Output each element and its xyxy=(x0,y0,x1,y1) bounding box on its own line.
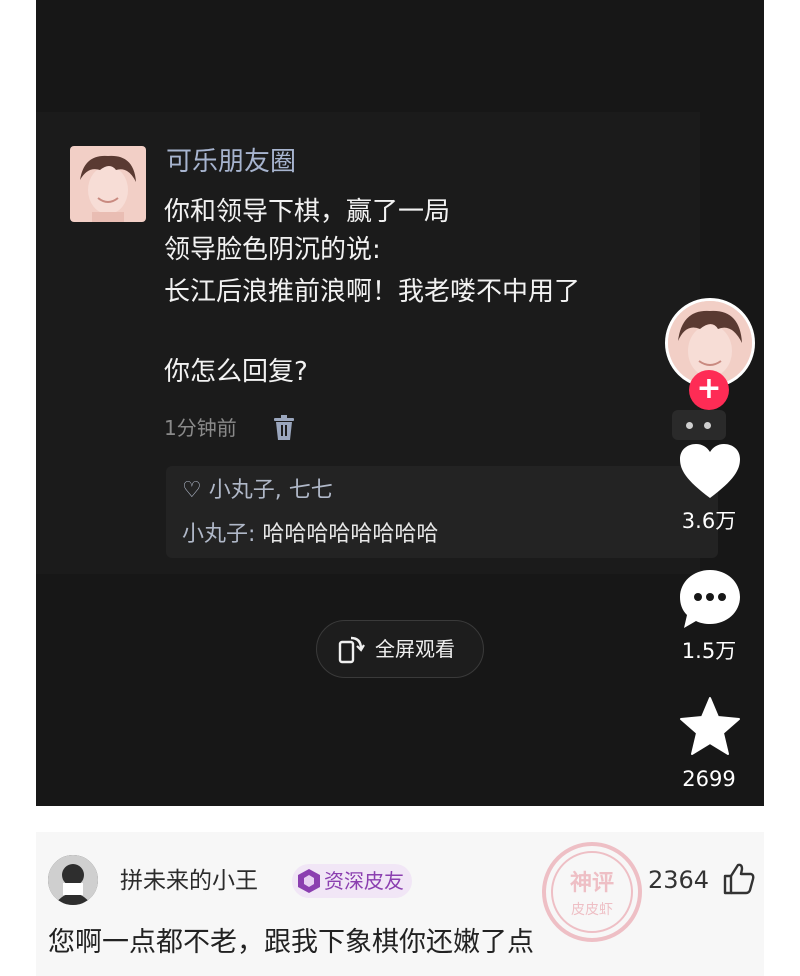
badge-icon xyxy=(298,869,320,893)
thumbs-up-icon[interactable] xyxy=(722,862,756,896)
favorite-count: 2699 xyxy=(682,767,736,791)
comment-text: 您啊一点都不老，跟我下象棋你还嫩了点 xyxy=(48,927,534,958)
post-text-line: 长江后浪推前浪啊！我老喽不中用了 xyxy=(164,277,581,307)
commenter-name[interactable]: 拼未来的小王 xyxy=(120,864,258,898)
post-text-line: 领导脸色阴沉的说: xyxy=(164,235,381,265)
like-count: 3.6万 xyxy=(681,509,737,533)
commenter-avatar[interactable] xyxy=(48,855,98,905)
reply: 小丸子: 哈哈哈哈哈哈哈哈 xyxy=(182,518,438,552)
heart-icon[interactable] xyxy=(678,442,742,500)
author-avatar[interactable] xyxy=(70,146,146,222)
more-options-icon[interactable] xyxy=(672,410,726,440)
comment-like-count: 2364 xyxy=(648,866,710,894)
post-timestamp: 1分钟前 xyxy=(164,416,237,440)
post-author-name[interactable]: 可乐朋友圈 xyxy=(166,142,296,182)
follow-button[interactable]: + xyxy=(689,370,729,410)
comment-count: 1.5万 xyxy=(681,639,737,663)
svg-text:神评: 神评 xyxy=(570,870,614,896)
fullscreen-label: 全屏观看 xyxy=(375,637,455,661)
comment-icon[interactable] xyxy=(678,568,742,630)
post-question: 你怎么回复? xyxy=(164,357,308,387)
star-icon[interactable] xyxy=(678,696,742,756)
rotate-screen-icon xyxy=(338,636,365,664)
stamp-watermark: 神评 皮皮虾 xyxy=(542,842,642,942)
reply-content: 哈哈哈哈哈哈哈哈 xyxy=(255,522,439,547)
reply-author[interactable]: 小丸子: xyxy=(182,522,255,547)
trash-icon[interactable] xyxy=(272,415,296,441)
post-text-line: 你和领导下棋，赢了一局 xyxy=(164,197,451,227)
svg-text:皮皮虾: 皮皮虾 xyxy=(571,902,613,918)
fullscreen-button[interactable]: 全屏观看 xyxy=(316,620,484,678)
liked-by: ♡ 小丸子, 七七 xyxy=(182,478,333,503)
